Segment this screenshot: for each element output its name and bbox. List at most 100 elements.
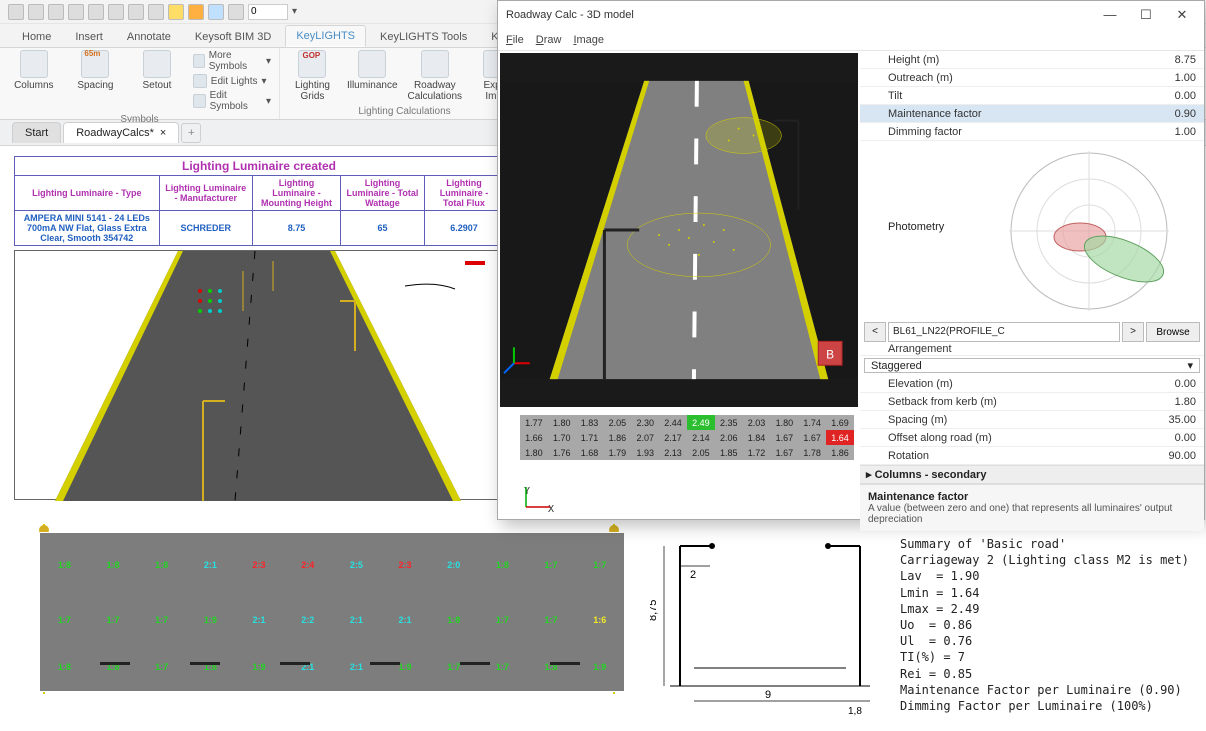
edit-lights-button[interactable]: Edit Lights▾ [193, 74, 271, 88]
roadway-calculations-button[interactable]: Roadway Calculations [408, 50, 462, 104]
doc-tab-start[interactable]: Start [12, 122, 61, 143]
grid-cell: 2.14 [687, 430, 715, 445]
ratio-cell: 1:7 [478, 615, 527, 625]
help-title: Maintenance factor [868, 491, 1196, 503]
ratio-cell: 1:8 [89, 560, 138, 570]
doc-tab-roadwaycalcs[interactable]: RoadwayCalcs*× [63, 122, 179, 143]
ratio-cell: 2:1 [381, 615, 430, 625]
grid-cell: 1.86 [603, 430, 631, 445]
property-row[interactable]: Rotation90.00 [860, 447, 1204, 465]
undo-icon[interactable] [128, 4, 144, 20]
add-tab-button[interactable]: + [181, 123, 201, 143]
tab-keysoft-bim[interactable]: Keysoft BIM 3D [185, 27, 281, 47]
close-tab-icon[interactable]: × [160, 127, 166, 139]
section-columns-secondary[interactable]: ▸ Columns - secondary [860, 465, 1204, 484]
prev-button[interactable]: < [864, 322, 886, 342]
snow-icon[interactable] [208, 4, 224, 20]
section-diagram: 8,75 2 9 1,8 [650, 526, 880, 716]
help-box: Maintenance factor A value (between zero… [860, 484, 1204, 531]
ratio-cell: 1:7 [137, 662, 186, 672]
print-icon[interactable] [108, 4, 124, 20]
minimize-button[interactable]: — [1096, 4, 1124, 26]
popup-titlebar[interactable]: Roadway Calc - 3D model — ☐ ✕ [498, 1, 1204, 29]
more-symbols-button[interactable]: More Symbols▾ [193, 50, 271, 72]
saveas-icon[interactable] [68, 4, 84, 20]
lighting-grids-button[interactable]: GOPLighting Grids [288, 50, 337, 104]
grid-cell: 1.80 [548, 415, 576, 430]
photometry-nav: < BL61_LN22(PROFILE_C > Browse [860, 321, 1204, 343]
ratio-cell: 1:8 [478, 560, 527, 570]
lightbulb-icon[interactable] [168, 4, 184, 20]
grid-cell: 1.66 [520, 430, 548, 445]
columns-button[interactable]: Columns [8, 50, 60, 112]
menu-image[interactable]: Image [573, 34, 604, 46]
plan-grid-view[interactable]: 1.771.801.832.052.302.442.492.352.031.80… [500, 411, 858, 517]
open-icon[interactable] [28, 4, 44, 20]
grid-cell: 2.03 [743, 415, 771, 430]
browse-button[interactable]: Browse [1146, 322, 1200, 342]
save-icon[interactable] [48, 4, 64, 20]
menu-file[interactable]: File [506, 34, 524, 46]
redo-icon[interactable] [148, 4, 164, 20]
property-row[interactable]: Tilt0.00 [860, 87, 1204, 105]
grid-cell: 1.80 [520, 445, 548, 460]
property-row[interactable]: Height (m)8.75 [860, 51, 1204, 69]
photometry-label: Photometry [888, 221, 944, 233]
grid-cell: 1.67 [770, 430, 798, 445]
table-row: AMPERA MINI 5141 - 24 LEDs 700mA NW Flat… [15, 211, 504, 246]
perspective-view[interactable] [14, 250, 500, 500]
grid-cell: 1.71 [576, 430, 604, 445]
close-button[interactable]: ✕ [1168, 4, 1196, 26]
report-table: Lighting Luminaire - Type Lighting Lumin… [14, 175, 504, 246]
menu-draw[interactable]: Draw [536, 34, 562, 46]
grid-cell: 1.74 [798, 415, 826, 430]
arrangement-combo[interactable]: Staggered▾ [864, 358, 1200, 373]
arrangement-label: Arrangement [888, 343, 1196, 355]
setout-button[interactable]: Setout [131, 50, 183, 112]
lock-value-input[interactable] [248, 4, 288, 20]
grids-icon: GOP [298, 50, 326, 78]
new-icon[interactable] [8, 4, 24, 20]
lock-icon[interactable] [228, 4, 244, 20]
edit-symbols-button[interactable]: Edit Symbols▾ [193, 90, 271, 112]
roadway-icon [421, 50, 449, 78]
plot-icon[interactable] [88, 4, 104, 20]
ratio-cell: 2:2 [283, 615, 332, 625]
tab-keylights-tools[interactable]: KeyLIGHTS Tools [370, 27, 477, 47]
tab-insert[interactable]: Insert [65, 27, 113, 47]
grid-cell: 2.44 [659, 415, 687, 430]
spacing-button[interactable]: 65mSpacing [70, 50, 122, 112]
ratio-cell: 1:9 [186, 615, 235, 625]
grid-cell: 1.64 [826, 430, 854, 445]
next-button[interactable]: > [1122, 322, 1144, 342]
grid-cell: 1.70 [548, 430, 576, 445]
ratio-strip: 1:81:81:82:12:32:42:52:32:01:81:71:7 1:7… [14, 524, 634, 714]
chevron-down-icon: ▾ [1187, 359, 1193, 372]
grid-cell: 1.72 [743, 445, 771, 460]
property-row[interactable]: Outreach (m)1.00 [860, 69, 1204, 87]
tab-keylights[interactable]: KeyLIGHTS [285, 25, 366, 47]
ratio-cell: 2:4 [283, 560, 332, 570]
tab-home[interactable]: Home [12, 27, 61, 47]
maximize-button[interactable]: ☐ [1132, 4, 1160, 26]
property-row[interactable]: Dimming factor1.00 [860, 123, 1204, 141]
sun-icon[interactable] [188, 4, 204, 20]
property-row[interactable]: Setback from kerb (m)1.80 [860, 393, 1204, 411]
report-title: Lighting Luminaire created [14, 156, 504, 175]
property-row[interactable]: Maintenance factor0.90 [860, 105, 1204, 123]
popup-title: Roadway Calc - 3D model [506, 9, 634, 21]
property-row[interactable]: Offset along road (m)0.00 [860, 429, 1204, 447]
grid-cell: 2.05 [603, 415, 631, 430]
render-3d-view[interactable]: B [500, 53, 858, 407]
illuminance-button[interactable]: Illuminance [347, 50, 398, 104]
edit-lights-icon [193, 74, 207, 88]
property-row[interactable]: Spacing (m)35.00 [860, 411, 1204, 429]
property-row[interactable]: Elevation (m)0.00 [860, 375, 1204, 393]
illuminance-icon [358, 50, 386, 78]
spacing-icon: 65m [81, 50, 109, 78]
tab-annotate[interactable]: Annotate [117, 27, 181, 47]
grid-cell: 1.86 [826, 445, 854, 460]
panel-calculations: GOPLighting Grids Illuminance Roadway Ca… [280, 48, 530, 119]
ratio-cell: 1:8 [40, 662, 89, 672]
grid-cell: 2.13 [659, 445, 687, 460]
